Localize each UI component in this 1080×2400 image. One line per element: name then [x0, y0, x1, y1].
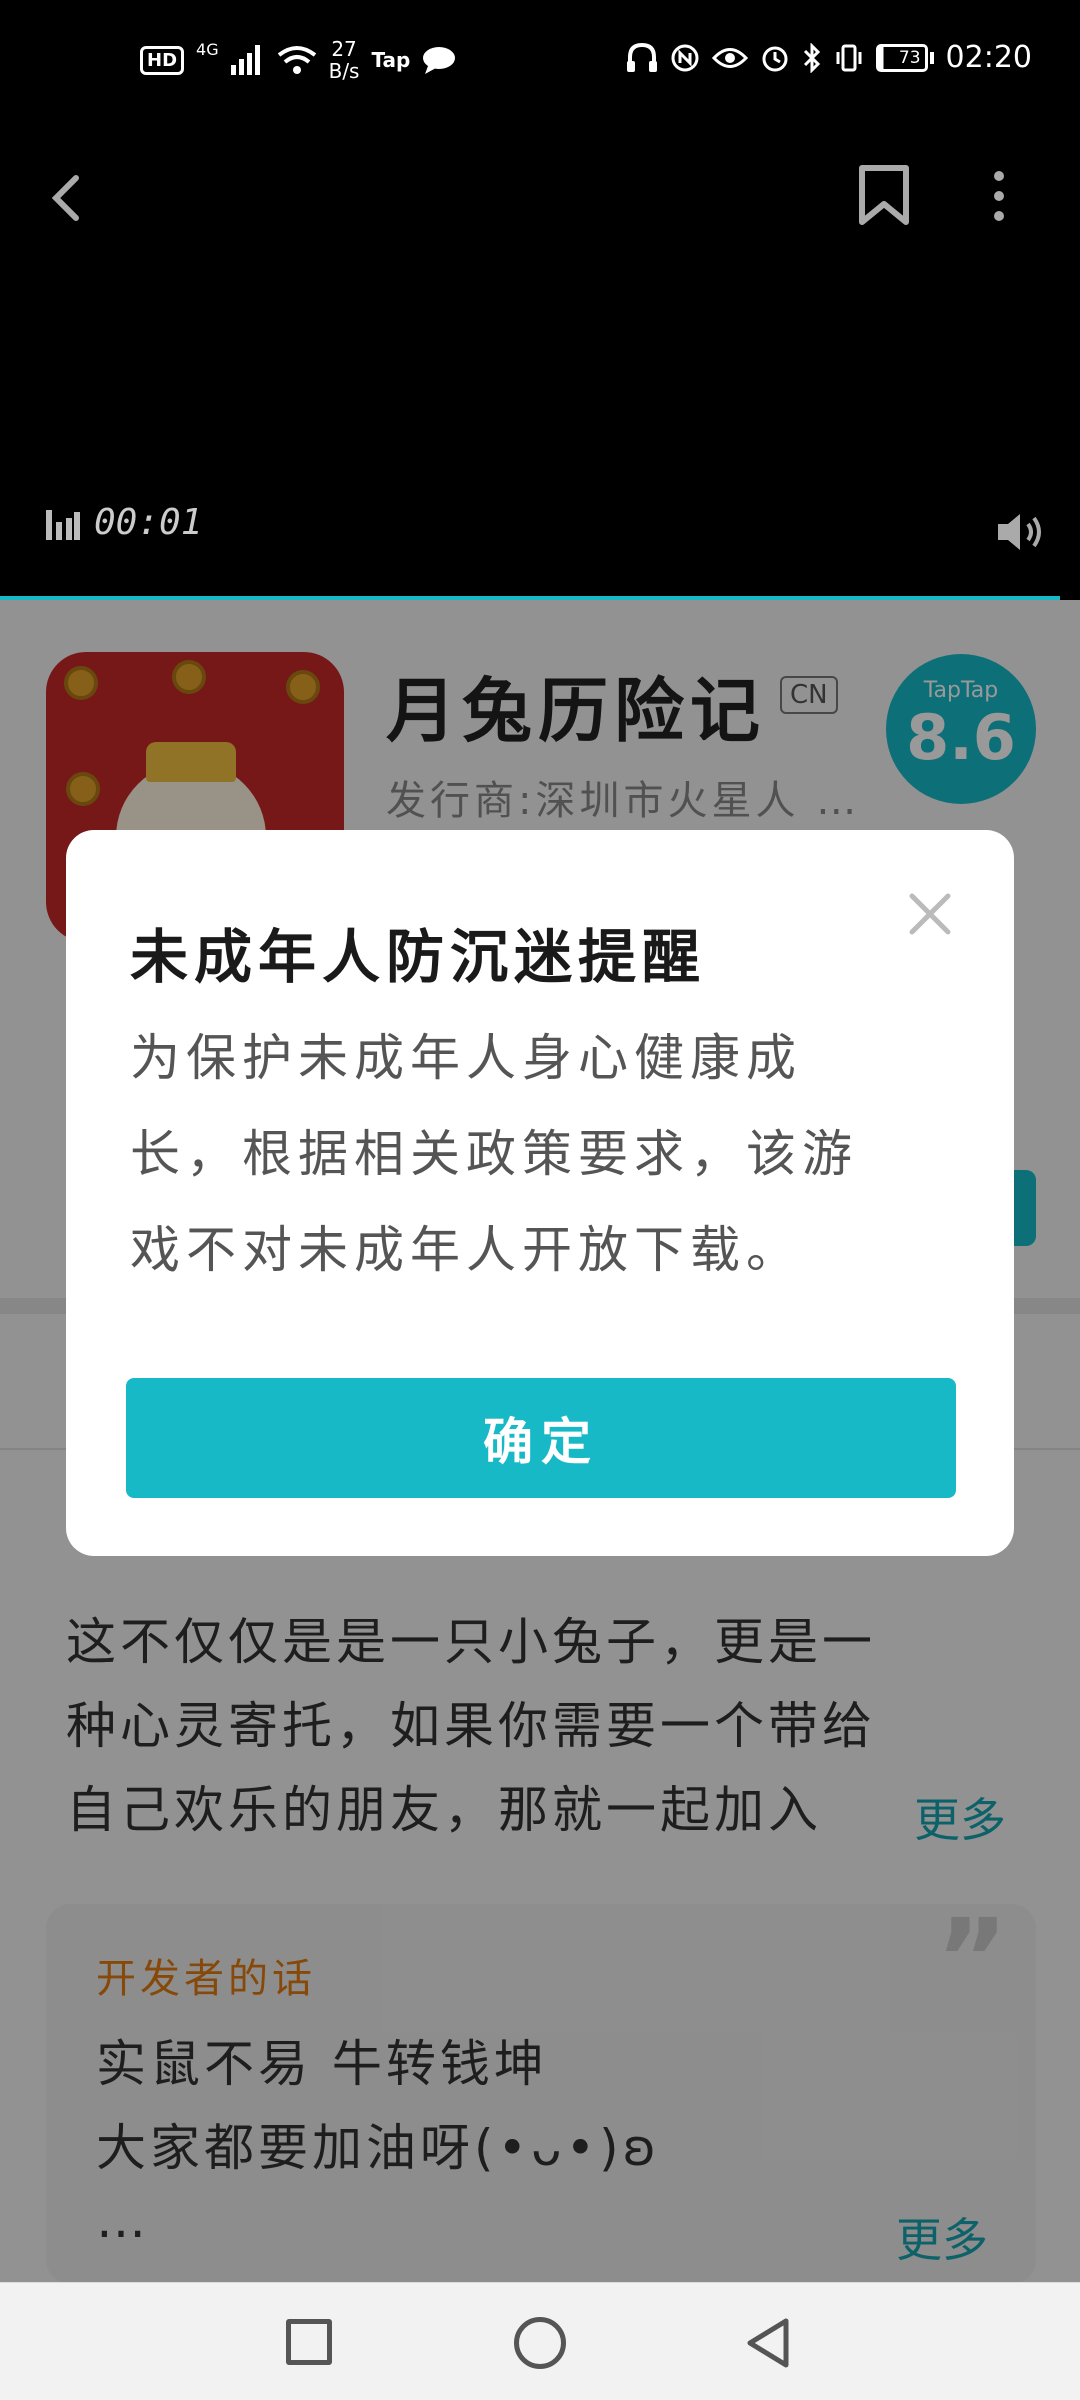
- vibrate-icon: [836, 44, 862, 71]
- bluetooth-icon: [803, 42, 820, 73]
- video-elapsed-time: 00:01: [94, 502, 203, 543]
- more-vertical-icon[interactable]: [976, 160, 1022, 230]
- recent-apps-icon[interactable]: [286, 2319, 332, 2365]
- back-arrow-icon[interactable]: [42, 160, 92, 230]
- system-navigation-bar: [0, 2282, 1080, 2400]
- clock: 02:20: [945, 40, 1032, 75]
- hd-badge: HD: [140, 45, 185, 75]
- bookmark-icon[interactable]: [856, 160, 912, 230]
- signal-icon: [230, 45, 260, 75]
- network-type: 4G: [196, 40, 219, 59]
- nfc-icon: [671, 44, 699, 71]
- close-icon[interactable]: [902, 886, 958, 942]
- alarm-icon: [762, 46, 788, 71]
- dialog-message-line: 为保护未成年人身心健康成: [130, 1029, 802, 1087]
- status-left: HD 4G 27 B/s Tap: [140, 38, 456, 82]
- network-speed: 27 B/s: [329, 38, 360, 82]
- back-triangle-icon[interactable]: [742, 2315, 792, 2371]
- audio-bars-icon: [46, 510, 80, 540]
- dialog-message-line: 长，根据相关政策要求，该游: [130, 1125, 858, 1183]
- speed-value: 27: [331, 37, 357, 61]
- taptap-notification-icon: Tap: [371, 48, 411, 72]
- dialog-title: 未成年人防沉迷提醒: [130, 923, 707, 991]
- dialog-message: 为保护未成年人身心健康成 长，根据相关政策要求，该游 戏不对未成年人开放下载。: [130, 1010, 960, 1298]
- battery-level: 73: [875, 43, 928, 72]
- confirm-button[interactable]: 确定: [126, 1378, 956, 1498]
- anti-addiction-dialog: 未成年人防沉迷提醒 为保护未成年人身心健康成 长，根据相关政策要求，该游 戏不对…: [66, 830, 1014, 1556]
- battery-icon: 73: [875, 43, 934, 72]
- eye-icon: [711, 47, 748, 68]
- status-right: 73 02:20: [626, 40, 1032, 75]
- headphones-icon: [626, 42, 657, 72]
- status-bar: HD 4G 27 B/s Tap 73 02:20: [0, 0, 1080, 130]
- wifi-icon: [277, 46, 316, 74]
- volume-icon[interactable]: [994, 510, 1048, 554]
- speed-unit: B/s: [328, 59, 360, 83]
- dialog-message-line: 戏不对未成年人开放下载。: [130, 1221, 802, 1279]
- message-icon: [423, 47, 456, 74]
- home-icon[interactable]: [514, 2317, 566, 2369]
- video-player[interactable]: 00:01: [0, 130, 1080, 600]
